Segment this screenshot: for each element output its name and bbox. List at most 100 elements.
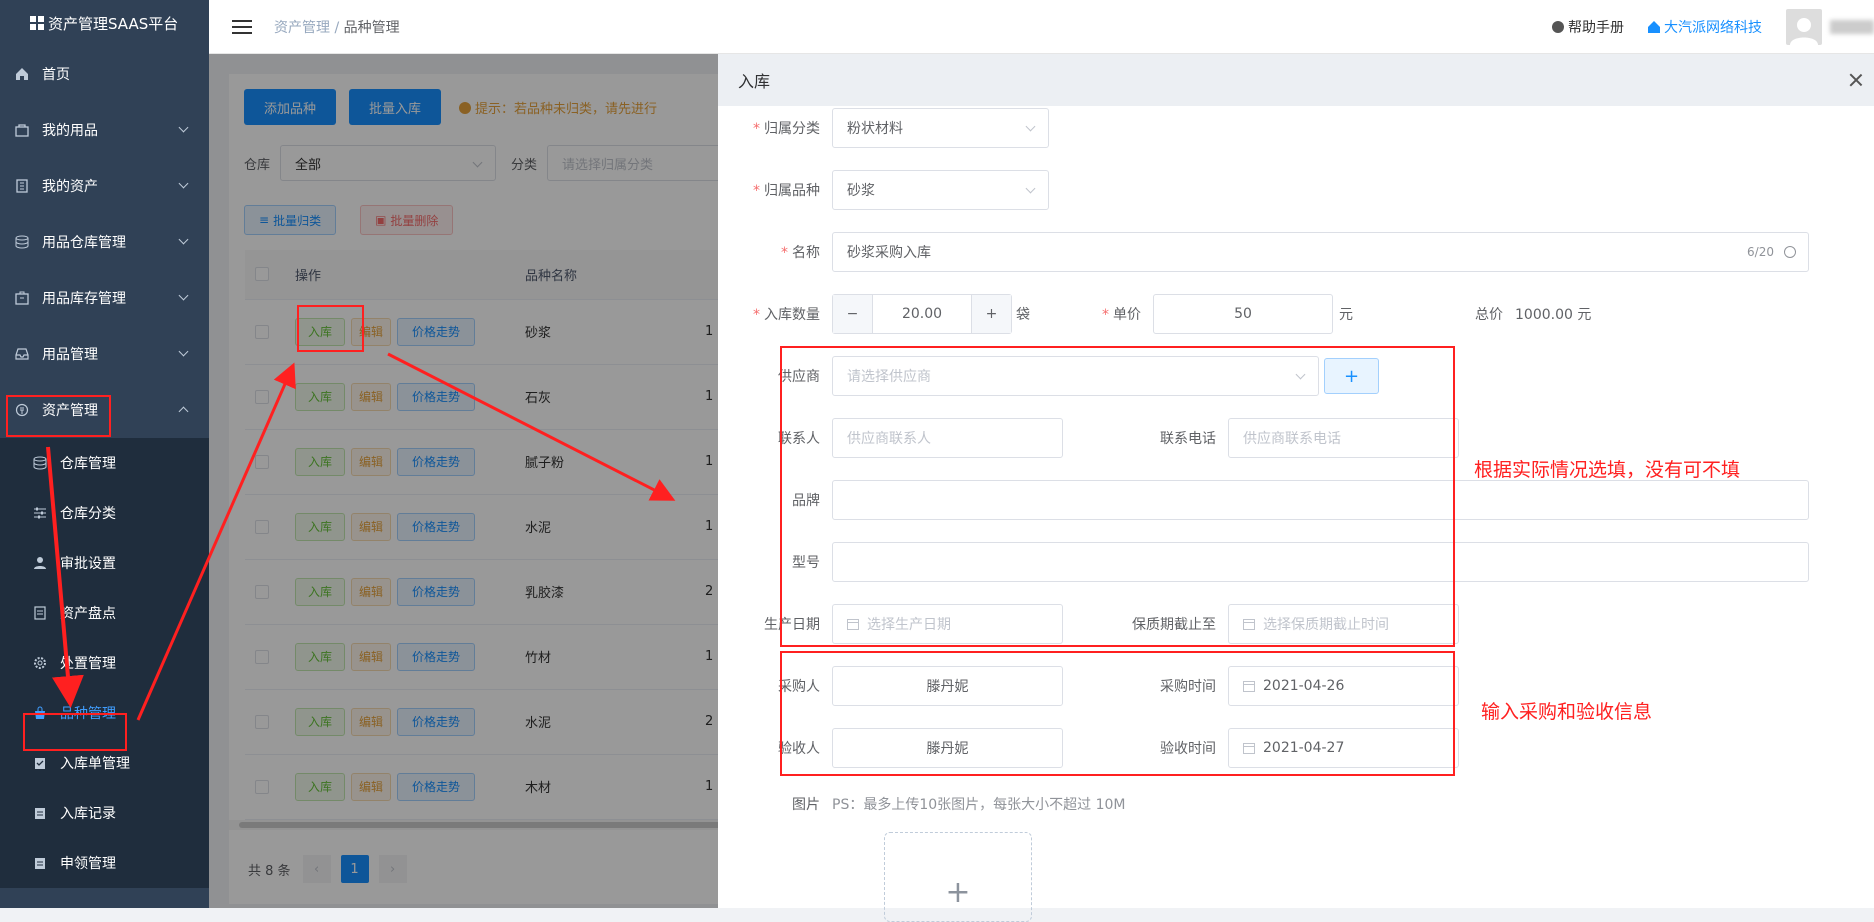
quantity-value: 20.00 <box>901 306 943 322</box>
user-icon <box>32 555 48 571</box>
chevron-up-icon <box>178 406 189 417</box>
help-label: 帮助手册 <box>1568 20 1624 36</box>
chevron-down-icon <box>178 234 189 245</box>
avatar[interactable] <box>1786 9 1822 45</box>
chevron-down-icon <box>178 290 189 301</box>
category-row: * 归属分类 粉状材料 <box>718 108 1049 148</box>
document-icon <box>32 605 48 621</box>
breadcrumb-separator: / <box>334 19 340 36</box>
clipboard-check-icon <box>32 755 48 771</box>
sidebar-item-my-supplies[interactable]: 我的用品 <box>0 102 209 158</box>
total-price-label: 总价 <box>1475 307 1503 323</box>
image-row: 图片 PS：最多上传10张图片，每张大小不超过 10M <box>718 794 1126 814</box>
topbar: 资产管理 / 品种管理 帮助手册 大汽派网络科技 <box>209 0 1874 54</box>
chevron-down-icon <box>178 346 189 357</box>
menu-toggle-icon[interactable] <box>232 16 252 38</box>
minus-button[interactable]: − <box>833 295 873 333</box>
sidebar-item-label: 仓库管理 <box>60 456 116 472</box>
annotation-box-optional <box>780 346 1455 647</box>
sidebar-item-label: 处置管理 <box>60 656 116 672</box>
sidebar-item-approval[interactable]: 审批设置 <box>0 538 209 588</box>
sidebar-item-requisition[interactable]: 申领管理 <box>0 838 209 888</box>
annotation-purchase-note: 输入采购和验收信息 <box>1481 701 1653 723</box>
sidebar-item-disposal[interactable]: 处置管理 <box>0 638 209 688</box>
sidebar-item-label: 我的资产 <box>42 179 98 195</box>
annotation-box-action <box>297 305 364 352</box>
quantity-unit: 袋 <box>1016 307 1030 323</box>
sidebar-item-supply-warehouse[interactable]: 用品仓库管理 <box>0 214 209 270</box>
username-blurred[interactable] <box>1830 20 1874 34</box>
home-icon <box>14 66 30 82</box>
header-right: 帮助手册 大汽派网络科技 <box>1552 0 1874 54</box>
char-count: 6/20 <box>1747 245 1774 259</box>
chevron-down-icon <box>1025 121 1036 132</box>
question-circle-icon <box>1552 21 1564 33</box>
category-label: * 归属分类 <box>753 121 820 137</box>
bag-icon <box>14 122 30 138</box>
sidebar-item-warehouse-category[interactable]: 仓库分类 <box>0 488 209 538</box>
quantity-stepper[interactable]: − 20.00 + <box>832 294 1012 334</box>
sidebar-item-warehouse[interactable]: 仓库管理 <box>0 438 209 488</box>
database-icon <box>14 234 30 250</box>
image-hint: PS：最多上传10张图片，每张大小不超过 10M <box>832 797 1126 813</box>
sidebar-item-label: 申领管理 <box>60 856 116 872</box>
sidebar-item-label: 用品仓库管理 <box>42 235 126 251</box>
sidebar-item-label: 我的用品 <box>42 123 98 139</box>
image-upload-box[interactable]: + <box>884 832 1032 922</box>
app-logo[interactable]: 资产管理SAAS平台 <box>0 0 209 46</box>
company-name: 大汽派网络科技 <box>1664 20 1762 36</box>
gear-icon <box>32 655 48 671</box>
sidebar-item-label: 首页 <box>42 67 70 83</box>
chevron-down-icon <box>178 178 189 189</box>
category-value: 粉状材料 <box>847 121 903 137</box>
sidebar-item-inventory-check[interactable]: 资产盘点 <box>0 588 209 638</box>
sidebar-item-home[interactable]: 首页 <box>0 46 209 102</box>
plus-button[interactable]: + <box>971 295 1011 333</box>
variety-select[interactable]: 砂浆 <box>832 170 1049 210</box>
variety-label: * 归属品种 <box>753 183 820 199</box>
sliders-icon <box>32 505 48 521</box>
sidebar-item-supply-stock[interactable]: 用品库存管理 <box>0 270 209 326</box>
chevron-down-icon <box>178 122 189 133</box>
name-row: * 名称 砂浆采购入库 6/20 <box>718 232 1809 272</box>
sidebar-item-supply-manage[interactable]: 用品管理 <box>0 326 209 382</box>
close-icon[interactable] <box>1846 70 1866 90</box>
sidebar-item-label: 审批设置 <box>60 556 116 572</box>
category-select[interactable]: 粉状材料 <box>832 108 1049 148</box>
breadcrumb: 资产管理 / 品种管理 <box>274 17 400 37</box>
sidebar-item-label: 用品库存管理 <box>42 291 126 307</box>
building-icon <box>14 178 30 194</box>
breadcrumb-current: 品种管理 <box>343 19 400 36</box>
annotation-box-asset-menu <box>6 395 111 437</box>
sidebar-item-inbound-record[interactable]: 入库记录 <box>0 788 209 838</box>
annotation-box-purchase <box>780 651 1455 776</box>
name-input[interactable]: 砂浆采购入库 6/20 <box>832 232 1809 272</box>
box-icon <box>14 290 30 306</box>
chevron-down-icon <box>1025 183 1036 194</box>
unit-price-unit: 元 <box>1339 307 1353 323</box>
company-switch[interactable]: 大汽派网络科技 <box>1648 17 1762 37</box>
unit-price-label: * 单价 <box>1102 307 1141 323</box>
sidebar: 资产管理SAAS平台 首页 我的用品 我的资产 用品仓库管理 用品库存管理 用品… <box>0 0 209 908</box>
name-label: * 名称 <box>781 245 820 261</box>
plus-icon: + <box>945 874 971 910</box>
unit-price-value: 50 <box>1234 306 1252 322</box>
sidebar-item-label: 入库单管理 <box>60 756 130 772</box>
annotation-box-variety-menu <box>23 713 127 751</box>
sidebar-item-label: 用品管理 <box>42 347 98 363</box>
asset-submenu: 仓库管理 仓库分类 审批设置 资产盘点 处置管理 品种管理 入库单管理 入库记录… <box>0 438 209 888</box>
sidebar-item-label: 入库记录 <box>60 806 116 822</box>
unit-price-input[interactable]: 50 <box>1153 294 1333 334</box>
clipboard-icon <box>32 855 48 871</box>
app-title: 资产管理SAAS平台 <box>48 14 179 33</box>
home-icon <box>1648 21 1660 37</box>
breadcrumb-root[interactable]: 资产管理 <box>274 20 330 36</box>
help-link[interactable]: 帮助手册 <box>1552 17 1624 37</box>
variety-value: 砂浆 <box>847 183 875 199</box>
check-circle-icon <box>1784 246 1796 258</box>
clipboard-icon <box>32 805 48 821</box>
quantity-row: * 入库数量 − 20.00 + 袋 * 单价 50 元 总价 1000.00 元 <box>718 294 1591 334</box>
grid-icon <box>30 16 44 30</box>
database-icon <box>32 455 48 471</box>
sidebar-item-my-assets[interactable]: 我的资产 <box>0 158 209 214</box>
